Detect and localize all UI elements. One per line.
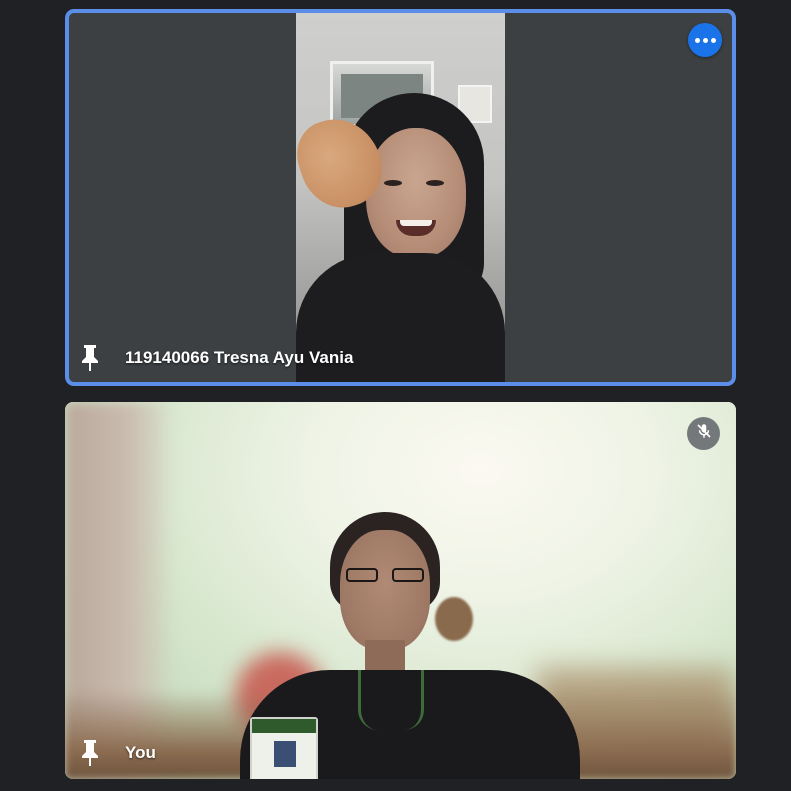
self-glasses — [346, 568, 424, 582]
meeting-stage: 119140066 Tresna Ayu Vania You — [0, 0, 791, 791]
participant-video-self — [65, 402, 736, 779]
id-card — [250, 717, 318, 779]
participant-eye — [426, 180, 444, 186]
participant-tile-remote[interactable]: 119140066 Tresna Ayu Vania — [65, 9, 736, 386]
more-options-button[interactable] — [688, 23, 722, 57]
self-lanyard — [358, 670, 424, 730]
mic-off-icon — [695, 422, 713, 445]
participant-name: You — [125, 743, 156, 762]
participant-mouth — [396, 220, 436, 236]
participant-tile-self[interactable]: You — [65, 402, 736, 779]
pin-icon[interactable] — [79, 739, 101, 767]
mic-off-indicator — [687, 417, 720, 450]
participant-name: 119140066 Tresna Ayu Vania — [125, 348, 354, 367]
participant-name-row: 119140066 Tresna Ayu Vania — [79, 344, 353, 372]
pin-icon[interactable] — [79, 344, 101, 372]
participant-name-row: You — [79, 739, 156, 767]
participant-face — [366, 128, 466, 258]
more-options-icon — [693, 37, 717, 43]
participant-video-remote — [296, 13, 505, 382]
participant-eye — [384, 180, 402, 186]
self-face — [340, 530, 430, 650]
